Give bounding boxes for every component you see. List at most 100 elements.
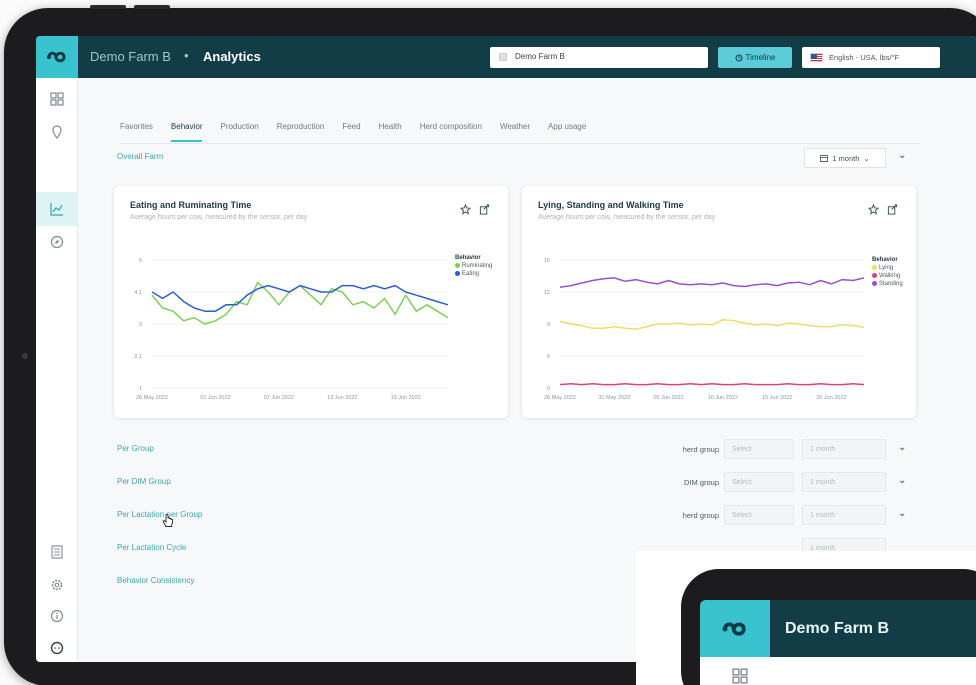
tab-weather[interactable]: Weather — [500, 122, 530, 142]
y-tick-label: 5 — [139, 258, 142, 264]
y-tick-label: 2.1 — [134, 354, 142, 360]
group-select[interactable]: Select — [724, 505, 794, 525]
chart-eating-ruminating: 1 2.1 3 4.1 5 26 May 2022 01 Jun 2022 07 Jun 20… — [134, 258, 449, 401]
chart-card-eating-ruminating: Eating and Ruminating Time Average hours… — [114, 186, 508, 418]
series-line-ruminating[interactable] — [151, 281, 449, 325]
period-select-value: 1 month — [810, 511, 836, 519]
row-expand-chevron-icon[interactable]: ⌄ — [898, 508, 906, 519]
legend-swatch-eating — [455, 270, 460, 276]
tab-reproduction[interactable]: Reproduction — [277, 122, 325, 142]
top-bar: Demo Farm B • Analytics Demo Farm B Time… — [36, 36, 976, 78]
row-expand-chevron-icon[interactable]: ⌄ — [898, 475, 906, 486]
period-select-value: 1 month — [810, 445, 836, 453]
phone-farm-title: Demo Farm B — [785, 620, 890, 637]
settings-gear-icon[interactable] — [49, 577, 65, 593]
x-tick-label: 13 Jun 2022 — [327, 395, 357, 401]
legend-item-standing[interactable]: Standing — [872, 280, 903, 288]
per-group-link[interactable]: Per Group — [117, 444, 154, 453]
farm-select-value: Demo Farm B — [515, 52, 565, 61]
tab-behavior[interactable]: Behavior — [170, 122, 203, 142]
info-icon[interactable] — [49, 608, 65, 624]
per-lactation-cycle-link[interactable]: Per Lactation Cycle — [117, 543, 186, 552]
period-select[interactable]: 1 month ⌄ — [804, 148, 886, 168]
phone-top-bar: Demo Farm B — [700, 600, 976, 657]
legend-label: Standing — [879, 281, 903, 287]
per-dim-group-link[interactable]: Per DIM Group — [117, 477, 171, 486]
tab-favorites[interactable]: Favorites — [120, 122, 153, 142]
x-tick-label: 19 Jun 2022 — [391, 395, 421, 401]
legend-item-walking[interactable]: Walking — [872, 272, 903, 280]
y-tick-label: 0 — [547, 386, 550, 392]
tab-herd-composition[interactable]: Herd composition — [420, 122, 482, 142]
period-select[interactable]: 1 month — [802, 439, 886, 459]
tab-health[interactable]: Health — [379, 122, 402, 142]
y-tick-label: 4.1 — [134, 290, 142, 296]
legend-title: Behavior — [455, 255, 481, 261]
legend-item-eating[interactable]: Eating — [455, 270, 492, 278]
group-select[interactable]: Select — [724, 472, 794, 492]
group-select[interactable]: Select — [724, 439, 794, 459]
tablet-volume-button — [90, 5, 126, 9]
x-tick-label: 10 Jun 2022 — [708, 395, 738, 401]
row-filter-label: DIM group — [683, 478, 719, 487]
analytics-chart-icon[interactable] — [49, 201, 65, 217]
row-filter-label: herd group — [682, 511, 719, 520]
per-lactation-per-group-link[interactable]: Per Lactation per Group — [117, 510, 202, 519]
group-select-value: Select — [732, 511, 752, 519]
period-select[interactable]: 1 month — [802, 505, 886, 525]
series-line-standing[interactable] — [559, 277, 865, 289]
behavior-consistency-link[interactable]: Behavior Consistency — [117, 576, 194, 585]
language-select[interactable]: English - USA, lbs/°F — [802, 47, 940, 68]
y-tick-label: 6 — [547, 354, 550, 360]
phone-app-logo[interactable] — [700, 600, 770, 657]
overall-farm-link[interactable]: Overall Farm — [117, 152, 163, 161]
legend-item-ruminating[interactable]: Ruminating — [455, 262, 492, 270]
side-rail — [36, 78, 78, 662]
legend-swatch-walking — [872, 272, 877, 278]
location-pin-icon[interactable] — [49, 124, 65, 140]
legend-label: Ruminating — [462, 263, 493, 269]
tab-app-usage[interactable]: App usage — [548, 122, 586, 142]
legend-swatch-ruminating — [455, 262, 460, 268]
chat-support-icon[interactable] — [49, 640, 65, 656]
us-flag-icon — [810, 53, 823, 62]
period-value: 1 month — [832, 153, 860, 163]
page-title: Analytics — [203, 49, 261, 64]
legend-item-lying[interactable]: Lying — [872, 264, 903, 272]
x-tick-label: 05 Jun 2022 — [653, 395, 683, 401]
chart-card-lying-standing-walking: Lying, Standing and Walking Time Average… — [522, 186, 916, 418]
tab-feed[interactable]: Feed — [342, 122, 360, 142]
timeline-button[interactable]: Timeline — [718, 47, 792, 68]
compass-icon[interactable] — [49, 234, 65, 250]
app-logo[interactable] — [36, 36, 78, 78]
calendar-icon — [820, 155, 829, 162]
phone-screen: Demo Farm B — [700, 600, 976, 685]
breadcrumb-farm[interactable]: Demo Farm B — [90, 49, 171, 64]
section-collapse-chevron-icon[interactable]: ⌄ — [898, 150, 906, 161]
x-tick-label: 31 May 2022 — [598, 395, 630, 401]
legend-label: Eating — [462, 271, 480, 277]
list-icon[interactable] — [49, 544, 65, 560]
x-tick-label: 26 May 2022 — [136, 395, 168, 401]
timeline-icon — [735, 54, 743, 61]
breadcrumb-separator: • — [184, 48, 189, 63]
legend-swatch-lying — [872, 264, 877, 270]
series-line-walking[interactable] — [559, 382, 865, 386]
x-tick-label: 26 May 2022 — [544, 395, 576, 401]
hand-pointer-cursor-icon — [162, 514, 173, 527]
tab-production[interactable]: Production — [220, 122, 258, 142]
chart-lying-standing-walking: 0 6 9 12 15 26 May 2022 31 May 2022 05 Jun 2022… — [544, 258, 865, 401]
dashboard-grid-icon[interactable] — [49, 91, 65, 107]
x-tick-label: 07 Jun 2022 — [264, 395, 294, 401]
period-select[interactable]: 1 month — [802, 472, 886, 492]
x-tick-label: 01 Jun 2022 — [200, 395, 230, 401]
y-tick-label: 3 — [139, 322, 142, 328]
farm-select[interactable]: Demo Farm B — [490, 47, 708, 68]
y-tick-label: 9 — [547, 322, 550, 328]
phone-dashboard-grid-icon[interactable] — [732, 668, 748, 684]
chevron-down-icon: ⌄ — [863, 153, 870, 163]
series-line-lying[interactable] — [559, 318, 865, 330]
chart-legend: Behavior Ruminating Eating — [455, 254, 492, 278]
legend-swatch-standing — [872, 280, 877, 286]
row-expand-chevron-icon[interactable]: ⌄ — [898, 442, 906, 453]
